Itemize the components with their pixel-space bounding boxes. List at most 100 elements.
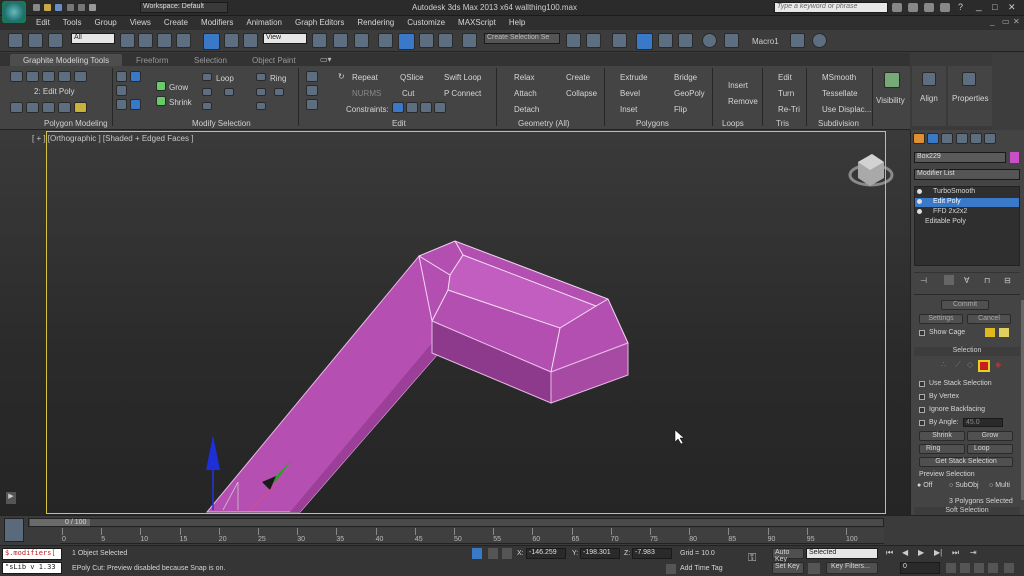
stack-item-edit-poly-row[interactable] <box>915 198 1019 207</box>
tab-graphite-modeling-tools[interactable]: Graphite Modeling Tools <box>10 54 122 66</box>
object-name-field[interactable]: Box229 <box>914 152 1006 163</box>
get-stack-selection-button[interactable]: Get Stack Selection <box>919 457 1013 467</box>
mod-sel-icon-a[interactable] <box>116 71 127 82</box>
use-stack-checkbox[interactable] <box>919 381 925 387</box>
pan-icon[interactable] <box>974 563 984 573</box>
time-config-icon[interactable] <box>946 563 956 573</box>
snap-toggle-icon[interactable] <box>378 33 393 48</box>
help-icon[interactable]: ? <box>958 2 963 12</box>
selection-shrink-button[interactable]: Shrink <box>919 431 965 441</box>
search-input[interactable]: Type a keyword or phrase <box>774 2 888 13</box>
stack-item-ffd[interactable]: FFD 2x2x2 <box>933 208 967 215</box>
pin-stack-icon[interactable]: ⊣ <box>920 276 927 285</box>
element-icon[interactable] <box>74 71 87 82</box>
modify-selection-section[interactable]: Modify Selection <box>192 119 251 128</box>
ring-button[interactable]: Ring <box>270 74 286 83</box>
mod-sel-icon-e[interactable] <box>130 99 141 110</box>
menu-close-icon[interactable]: ✕ <box>1013 17 1020 26</box>
bridge-button[interactable]: Bridge <box>674 73 697 82</box>
edit-icon-b[interactable] <box>306 85 318 96</box>
time-slider[interactable]: 0 / 100 <box>28 518 884 527</box>
use-displace-button[interactable]: Use Displac... <box>822 105 871 114</box>
utilities-tab-icon[interactable] <box>984 133 997 144</box>
favorites-icon[interactable] <box>940 3 950 12</box>
subscription-icon[interactable] <box>908 3 918 12</box>
undo-icon[interactable] <box>65 3 75 12</box>
edge-icon[interactable] <box>26 71 39 82</box>
maxscript-listener-line2[interactable]: "sLib v 1.33 <box>2 562 62 574</box>
swift-loop-button[interactable]: Swift Loop <box>444 73 481 82</box>
constraint-none-icon[interactable] <box>392 102 404 113</box>
by-angle-field[interactable]: 45.0 <box>963 418 1003 427</box>
tab-freeform[interactable]: Freeform <box>136 56 168 65</box>
edit-icon-a[interactable] <box>306 71 318 82</box>
polygons-section[interactable]: Polygons <box>636 119 669 128</box>
hierarchy-tab-icon[interactable] <box>941 133 954 144</box>
menu-item-customize[interactable]: Customize <box>407 18 445 28</box>
key-mode-toggle-icon[interactable]: ⇥ <box>970 548 977 557</box>
ring-shrink-icon[interactable] <box>274 88 284 96</box>
named-selection-dropdown[interactable]: Create Selection Se <box>484 33 560 44</box>
grow-icon[interactable] <box>156 81 166 91</box>
settings-button[interactable]: Settings <box>919 314 963 324</box>
menu-item-graph-editors[interactable]: Graph Editors <box>295 18 344 28</box>
save-file-icon[interactable] <box>54 3 64 12</box>
loop-shrink-icon[interactable] <box>224 88 234 96</box>
key-mode-icon[interactable] <box>808 563 820 574</box>
play-icon[interactable]: ▶ <box>918 548 924 557</box>
project-folder-icon[interactable] <box>88 3 98 12</box>
lightbulb-icon[interactable] <box>917 199 922 204</box>
pivot-center-icon[interactable] <box>312 33 327 48</box>
add-time-tag-button[interactable]: Add Time Tag <box>680 565 723 572</box>
grow-button[interactable]: Grow <box>169 83 188 92</box>
select-scale-icon[interactable] <box>243 33 258 48</box>
retri-button[interactable]: Re-Tri <box>778 105 800 114</box>
tris-edit-button[interactable]: Edit <box>778 73 792 82</box>
ring-grow-icon[interactable] <box>256 88 266 96</box>
polygon-icon[interactable] <box>58 71 71 82</box>
modify-tab-icon[interactable] <box>927 133 940 144</box>
lightbulb-icon[interactable] <box>917 209 922 214</box>
mod-sel-icon-c[interactable] <box>116 99 127 110</box>
insert-button[interactable]: Insert <box>728 81 748 90</box>
key-set-dropdown[interactable]: Selected <box>806 548 878 559</box>
ignore-backfacing-checkbox[interactable] <box>919 407 925 413</box>
menu-item-create[interactable]: Create <box>164 18 188 28</box>
orbit-icon[interactable] <box>988 563 998 573</box>
x-coordinate-field[interactable]: -146.259 <box>526 548 566 559</box>
angle-snap-icon[interactable] <box>398 33 415 50</box>
visibility-button[interactable]: Visibility <box>874 68 910 128</box>
selection-ring-button[interactable]: Ring <box>919 444 965 454</box>
loops-section[interactable]: Loops <box>722 119 744 128</box>
preview-multi-radio[interactable]: ○ Multi <box>989 482 1010 489</box>
communication-icon[interactable] <box>924 3 934 12</box>
menu-item-group[interactable]: Group <box>94 18 116 28</box>
manipulate-icon[interactable] <box>333 33 348 48</box>
align-icon[interactable] <box>586 33 601 48</box>
constraint-edge-icon[interactable] <box>406 102 418 113</box>
nurms-button[interactable]: NURMS <box>352 89 381 98</box>
spinner-snap-icon[interactable] <box>438 33 453 48</box>
selection-lock-icon[interactable] <box>472 548 482 559</box>
render-production-icon[interactable] <box>812 33 827 48</box>
create-tab-icon[interactable] <box>913 133 925 144</box>
stack-icon-3[interactable] <box>42 102 55 113</box>
edit-icon-c[interactable] <box>306 99 318 110</box>
vertex-icon[interactable] <box>10 71 23 82</box>
zoom-icon[interactable] <box>960 563 970 573</box>
graphite-toggle-icon[interactable] <box>636 33 653 50</box>
edit-named-selection-icon[interactable] <box>462 33 477 48</box>
stack-icon-5[interactable] <box>74 102 87 113</box>
stack-icon-2[interactable] <box>26 102 39 113</box>
display-tab-icon[interactable] <box>969 133 982 144</box>
cut-button[interactable]: Cut <box>402 89 414 98</box>
cage-color-1[interactable] <box>985 328 995 337</box>
ribbon-options-icon[interactable]: ▭▾ <box>320 55 332 64</box>
detach-button[interactable]: Detach <box>514 105 539 114</box>
preview-subobj-radio[interactable]: ○ SubObj <box>949 482 979 489</box>
motion-tab-icon[interactable] <box>955 133 968 144</box>
commit-button[interactable]: Commit <box>941 300 989 310</box>
soft-selection-rollout-header[interactable]: Soft Selection <box>914 507 1020 515</box>
by-angle-checkbox[interactable] <box>919 420 925 426</box>
lightbulb-icon[interactable] <box>917 189 922 194</box>
